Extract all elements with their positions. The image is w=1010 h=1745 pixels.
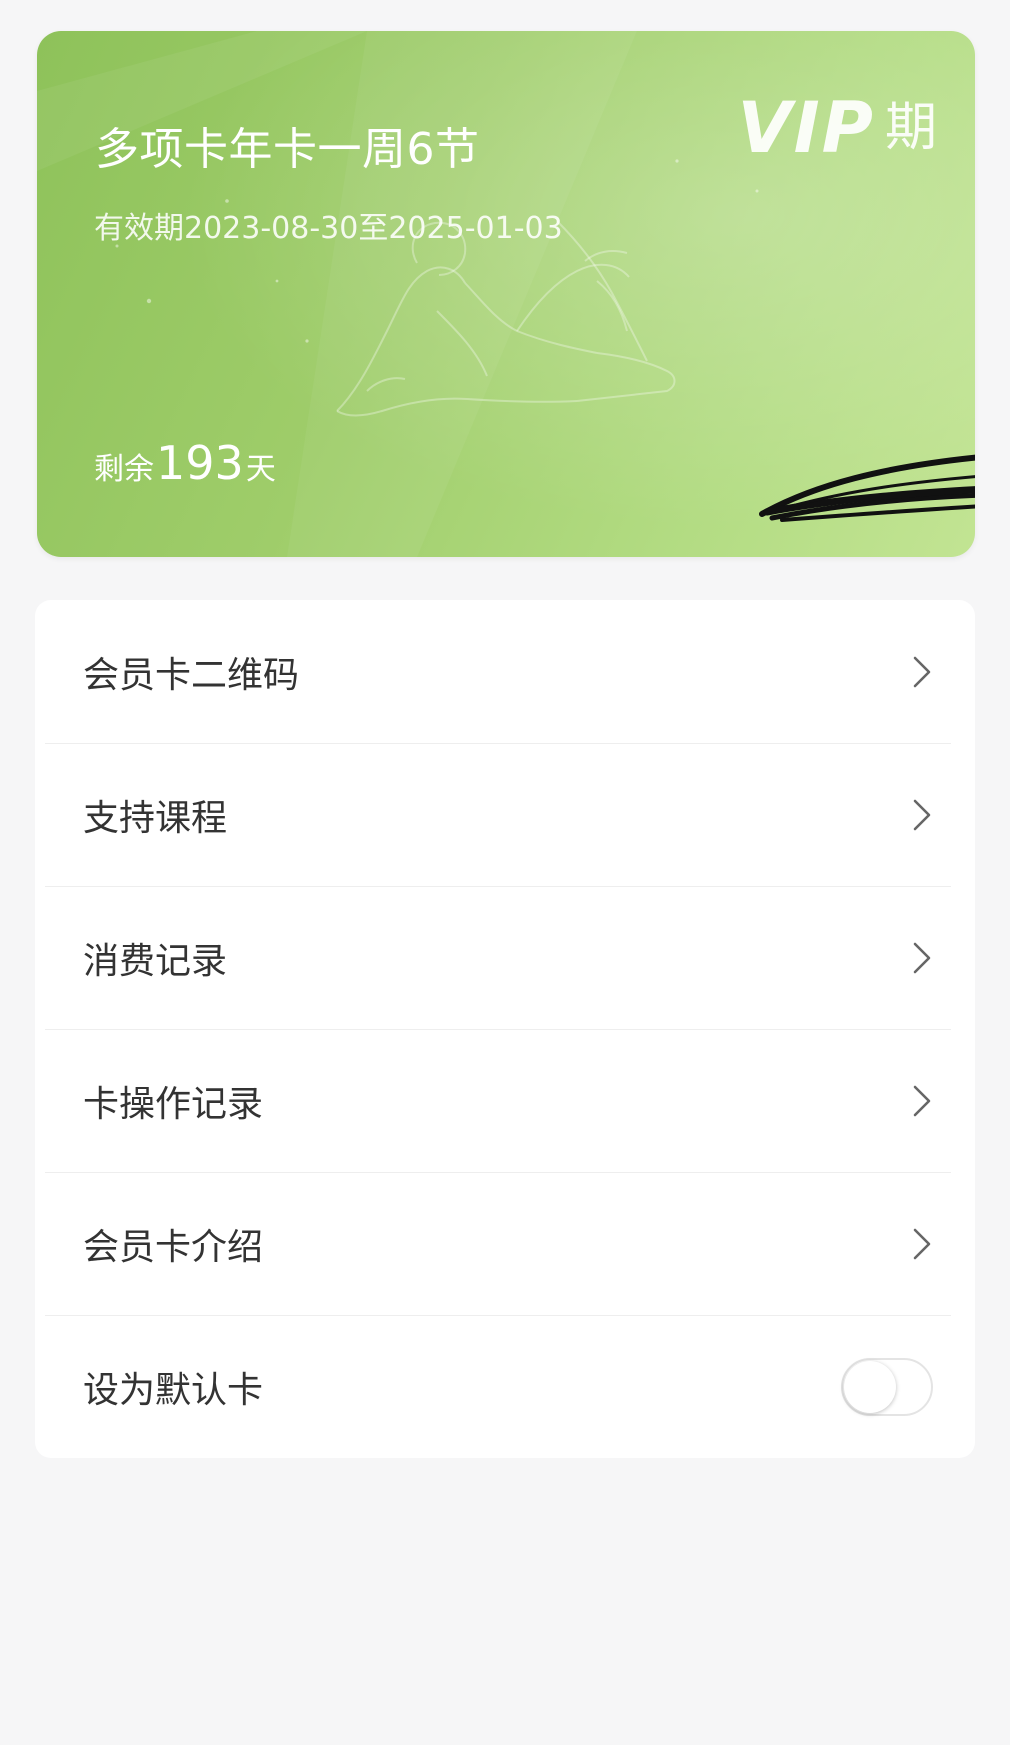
menu-item-set-default-card: 设为默认卡: [35, 1315, 975, 1458]
remaining-days-value: 193: [156, 436, 244, 490]
menu-item-card-introduction[interactable]: 会员卡介绍: [35, 1172, 975, 1315]
vip-badge: VIP 期: [737, 93, 937, 163]
chevron-right-icon: [913, 1228, 931, 1259]
vip-logo: VIP: [737, 87, 875, 169]
menu-item-supported-courses[interactable]: 支持课程: [35, 743, 975, 886]
vip-period-label: 期: [884, 98, 937, 158]
menu-item-label: 卡操作记录: [83, 1083, 264, 1125]
card-validity-period: 有效期2023-08-30至2025-01-03: [94, 211, 563, 246]
menu-item-label: 支持课程: [83, 797, 228, 839]
menu-item-label: 消费记录: [83, 940, 228, 982]
set-default-card-label: 设为默认卡: [83, 1369, 264, 1411]
default-card-toggle[interactable]: [841, 1357, 933, 1416]
remaining-days: 剩余 193 天: [94, 436, 276, 490]
card-title: 多项卡年卡一周6节: [95, 124, 480, 175]
membership-card[interactable]: 多项卡年卡一周6节 有效期2023-08-30至2025-01-03 VIP 期…: [37, 31, 975, 557]
remaining-label: 剩余: [94, 452, 154, 487]
chevron-right-icon: [913, 656, 931, 687]
menu-item-label: 会员卡二维码: [83, 654, 300, 696]
card-options-list: 会员卡二维码 支持课程 消费记录 卡操作记录 会员卡介绍 设为默认卡: [35, 600, 975, 1458]
toggle-knob: [844, 1360, 896, 1413]
menu-item-card-operation-records[interactable]: 卡操作记录: [35, 1029, 975, 1172]
menu-item-qr-code[interactable]: 会员卡二维码: [35, 600, 975, 743]
chevron-right-icon: [913, 799, 931, 830]
chevron-right-icon: [913, 1085, 931, 1116]
chevron-right-icon: [913, 942, 931, 973]
remaining-days-unit: 天: [245, 452, 276, 487]
menu-item-consumption-records[interactable]: 消费记录: [35, 886, 975, 1029]
menu-item-label: 会员卡介绍: [83, 1226, 264, 1268]
